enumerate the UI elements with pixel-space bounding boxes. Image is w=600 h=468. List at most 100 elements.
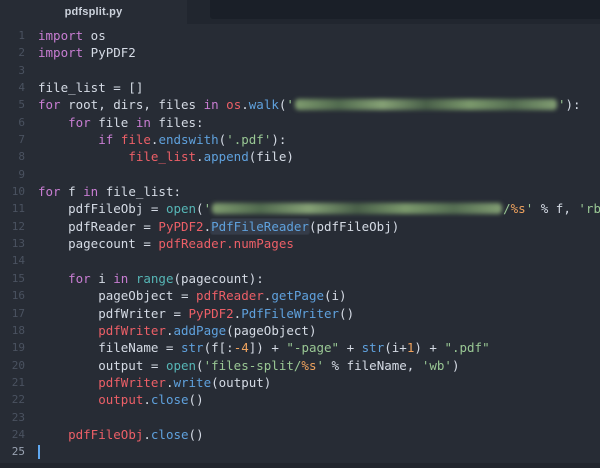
code-token [38, 149, 128, 164]
code-token: PyPDF2 [158, 219, 203, 234]
code-token: pageObject = [38, 288, 196, 303]
code-token: in [204, 97, 219, 112]
code-token: root, dirs, files [61, 97, 204, 112]
code-token: range [136, 271, 174, 286]
code-token: pdfWriter = [38, 306, 189, 321]
code-token: ".pdf" [444, 340, 489, 355]
code-token: getPage [271, 288, 324, 303]
code-line[interactable]: pagecount = pdfReader.numPages [38, 235, 600, 252]
code-token: str [181, 340, 204, 355]
code-token: fileName = [38, 340, 181, 355]
line-number: 6 [0, 114, 25, 131]
code-area[interactable]: import osimport PyPDF2file_list = []for … [32, 27, 600, 468]
code-line[interactable]: if file.endswith('.pdf'): [38, 131, 600, 148]
code-token: ( [196, 358, 204, 373]
code-line[interactable] [38, 62, 600, 79]
code-token: () [189, 427, 204, 442]
code-token: in [136, 115, 151, 130]
code-line[interactable]: for i in range(pagecount): [38, 270, 600, 287]
code-token: file_list = [] [38, 80, 143, 95]
code-token: '.pdf' [226, 132, 271, 147]
code-token: files: [151, 115, 204, 130]
code-token [38, 427, 68, 442]
code-token: for [38, 184, 61, 199]
code-line[interactable]: pageObject = pdfReader.getPage(i) [38, 287, 600, 304]
code-token: in [113, 271, 128, 286]
code-token: f [61, 184, 84, 199]
tab-pdfsplit[interactable]: pdfsplit.py [0, 0, 187, 24]
code-token: PdfFileReader [211, 219, 309, 234]
code-token: file_list [128, 149, 196, 164]
code-token: PyPDF2 [189, 306, 234, 321]
code-token: os [83, 28, 106, 43]
code-line[interactable]: pdfReader = PyPDF2.PdfFileReader(pdfFile… [38, 218, 600, 235]
code-token: os [226, 97, 241, 112]
code-token: for [68, 271, 91, 286]
line-number: 2 [0, 44, 25, 61]
code-line[interactable]: file_list = [] [38, 79, 600, 96]
code-line[interactable] [38, 443, 600, 460]
code-token: (f[: [204, 340, 234, 355]
code-token: 'wb' [422, 358, 452, 373]
line-number: 1 [0, 27, 25, 44]
code-token [38, 132, 98, 147]
tab-title: pdfsplit.py [65, 6, 123, 18]
line-number: 3 [0, 62, 25, 79]
line-number: 22 [0, 391, 25, 408]
code-line[interactable]: import os [38, 27, 600, 44]
code-line[interactable]: import PyPDF2 [38, 44, 600, 61]
code-token: (pageObject) [226, 323, 316, 338]
code-line[interactable]: file_list.append(file) [38, 148, 600, 165]
redacted-path [212, 203, 502, 214]
code-token: (file) [249, 149, 294, 164]
code-line[interactable]: pdfFileObj.close() [38, 426, 600, 443]
code-token: "-page" [286, 340, 339, 355]
code-token: . [143, 392, 151, 407]
code-line[interactable]: fileName = str(f[:-4]) + "-page" + str(i… [38, 339, 600, 356]
code-token: i [91, 271, 114, 286]
code-token: + [339, 340, 362, 355]
code-token: ' [286, 97, 294, 112]
code-line[interactable]: for root, dirs, files in os.walk(''): [38, 96, 600, 113]
code-token: ' [316, 358, 324, 373]
code-token: pdfFileObj = [38, 201, 166, 216]
tab-bar: pdfsplit.py [0, 0, 600, 24]
line-number: 25 [0, 443, 25, 460]
code-token: 'rb' [578, 201, 600, 216]
line-number: 23 [0, 409, 25, 426]
code-line[interactable] [38, 252, 600, 269]
line-number: 14 [0, 252, 25, 269]
line-number: 7 [0, 131, 25, 148]
code-line[interactable]: output.close() [38, 391, 600, 408]
code-token: %s [511, 201, 526, 216]
code-line[interactable]: output = open('files-split/%s' % fileNam… [38, 357, 600, 374]
code-token: () [189, 392, 204, 407]
code-token: str [362, 340, 385, 355]
code-line[interactable]: pdfFileObj = open('/%s' % f, 'rb') [38, 200, 600, 217]
code-token: . [143, 427, 151, 442]
code-line[interactable]: pdfWriter.write(output) [38, 374, 600, 391]
code-line[interactable] [38, 166, 600, 183]
code-token: ( [196, 201, 204, 216]
code-token [38, 323, 98, 338]
line-number: 19 [0, 339, 25, 356]
line-number: 20 [0, 357, 25, 374]
code-line[interactable]: for file in files: [38, 114, 600, 131]
code-editor[interactable]: 1234567891011121314151617181920212223242… [0, 24, 600, 468]
code-token: ]) + [249, 340, 287, 355]
tab-bar-dark-panel [210, 0, 600, 19]
line-number: 16 [0, 287, 25, 304]
code-line[interactable]: for f in file_list: [38, 183, 600, 200]
code-token: (i) [324, 288, 347, 303]
line-number: 12 [0, 218, 25, 235]
code-token [38, 115, 68, 130]
code-line[interactable] [38, 409, 600, 426]
text-cursor [38, 445, 40, 459]
code-line[interactable]: pdfWriter.addPage(pageObject) [38, 322, 600, 339]
code-token: pdfWriter [98, 375, 166, 390]
code-line[interactable]: pdfWriter = PyPDF2.PdfFileWriter() [38, 305, 600, 322]
code-token [113, 132, 121, 147]
code-token: %s [301, 358, 316, 373]
code-token: pdfFileObj [68, 427, 143, 442]
code-token: file [91, 115, 136, 130]
